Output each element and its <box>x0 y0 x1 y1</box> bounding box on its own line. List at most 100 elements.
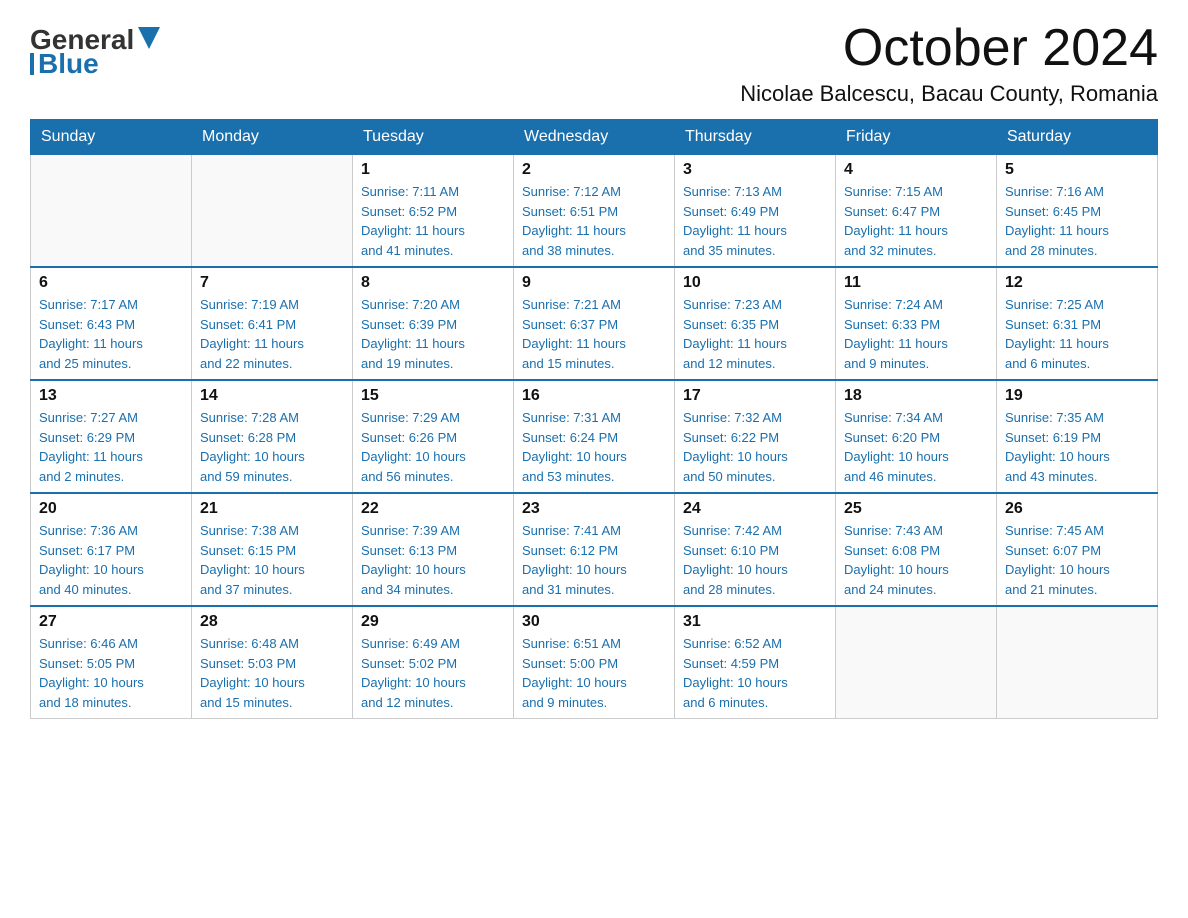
calendar-day-cell: 21 Sunrise: 7:38 AMSunset: 6:15 PMDayligh… <box>192 493 353 606</box>
day-number: 13 <box>39 387 183 405</box>
calendar-day-cell: 6Sunrise: 7:17 AMSunset: 6:43 PMDaylight… <box>31 267 192 380</box>
calendar-day-cell: 30 Sunrise: 6:51 AMSunset: 5:00 PMDayligh… <box>514 606 675 719</box>
calendar-table: SundayMondayTuesdayWednesdayThursdayFrid… <box>30 119 1158 719</box>
calendar-day-cell: 5 Sunrise: 7:16 AMSunset: 6:45 PMDaylight… <box>997 155 1158 268</box>
calendar-week-row: 20 Sunrise: 7:36 AMSunset: 6:17 PMDayligh… <box>31 493 1158 606</box>
sun-info: Sunrise: 7:41 AMSunset: 6:12 PMDaylight:… <box>522 521 666 599</box>
calendar-day-cell: 3Sunrise: 7:13 AMSunset: 6:49 PMDaylight… <box>675 155 836 268</box>
sun-info: Sunrise: 7:27 AMSunset: 6:29 PMDaylight:… <box>39 408 183 486</box>
calendar-day-cell: 12 Sunrise: 7:25 AMSunset: 6:31 PMDayligh… <box>997 267 1158 380</box>
header: General Blue October 2024 Nicolae Balces… <box>30 20 1158 107</box>
day-number: 30 <box>522 613 666 631</box>
day-number: 28 <box>200 613 344 631</box>
sun-info: Sunrise: 7:28 AMSunset: 6:28 PMDaylight:… <box>200 408 344 486</box>
sun-info: Sunrise: 6:51 AMSunset: 5:00 PMDaylight:… <box>522 634 666 712</box>
logo-triangle-icon <box>138 27 160 49</box>
day-of-week-header: Monday <box>192 120 353 155</box>
day-number: 4 <box>844 161 988 179</box>
calendar-day-cell: 20 Sunrise: 7:36 AMSunset: 6:17 PMDayligh… <box>31 493 192 606</box>
day-number: 25 <box>844 500 988 518</box>
calendar-day-cell <box>836 606 997 719</box>
day-number: 24 <box>683 500 827 518</box>
sun-info: Sunrise: 7:45 AMSunset: 6:07 PMDaylight:… <box>1005 521 1149 599</box>
calendar-day-cell: 7 Sunrise: 7:19 AMSunset: 6:41 PMDaylight… <box>192 267 353 380</box>
calendar-day-cell: 16 Sunrise: 7:31 AMSunset: 6:24 PMDayligh… <box>514 380 675 493</box>
calendar-week-row: 27 Sunrise: 6:46 AMSunset: 5:05 PMDayligh… <box>31 606 1158 719</box>
day-number: 19 <box>1005 387 1149 405</box>
day-number: 7 <box>200 274 344 292</box>
calendar-day-cell: 9 Sunrise: 7:21 AMSunset: 6:37 PMDaylight… <box>514 267 675 380</box>
sun-info: Sunrise: 7:34 AMSunset: 6:20 PMDaylight:… <box>844 408 988 486</box>
calendar-week-row: 6Sunrise: 7:17 AMSunset: 6:43 PMDaylight… <box>31 267 1158 380</box>
day-number: 26 <box>1005 500 1149 518</box>
calendar-day-cell: 11 Sunrise: 7:24 AMSunset: 6:33 PMDayligh… <box>836 267 997 380</box>
sun-info: Sunrise: 7:16 AMSunset: 6:45 PMDaylight:… <box>1005 182 1149 260</box>
location-subtitle: Nicolae Balcescu, Bacau County, Romania <box>740 81 1158 107</box>
sun-info: Sunrise: 6:48 AMSunset: 5:03 PMDaylight:… <box>200 634 344 712</box>
day-number: 29 <box>361 613 505 631</box>
day-number: 23 <box>522 500 666 518</box>
logo-blue-text: Blue <box>38 50 99 78</box>
calendar-week-row: 13 Sunrise: 7:27 AMSunset: 6:29 PMDayligh… <box>31 380 1158 493</box>
day-number: 22 <box>361 500 505 518</box>
day-of-week-header: Thursday <box>675 120 836 155</box>
day-number: 16 <box>522 387 666 405</box>
sun-info: Sunrise: 7:15 AMSunset: 6:47 PMDaylight:… <box>844 182 988 260</box>
calendar-day-cell: 19 Sunrise: 7:35 AMSunset: 6:19 PMDayligh… <box>997 380 1158 493</box>
title-area: October 2024 Nicolae Balcescu, Bacau Cou… <box>740 20 1158 107</box>
sun-info: Sunrise: 6:46 AMSunset: 5:05 PMDaylight:… <box>39 634 183 712</box>
day-of-week-header: Sunday <box>31 120 192 155</box>
day-number: 31 <box>683 613 827 631</box>
calendar-day-cell: 17 Sunrise: 7:32 AMSunset: 6:22 PMDayligh… <box>675 380 836 493</box>
day-number: 17 <box>683 387 827 405</box>
day-of-week-header: Friday <box>836 120 997 155</box>
sun-info: Sunrise: 7:21 AMSunset: 6:37 PMDaylight:… <box>522 295 666 373</box>
calendar-day-cell: 13 Sunrise: 7:27 AMSunset: 6:29 PMDayligh… <box>31 380 192 493</box>
calendar-day-cell: 27 Sunrise: 6:46 AMSunset: 5:05 PMDayligh… <box>31 606 192 719</box>
day-number: 18 <box>844 387 988 405</box>
calendar-day-cell <box>192 155 353 268</box>
calendar-header-row: SundayMondayTuesdayWednesdayThursdayFrid… <box>31 120 1158 155</box>
calendar-day-cell: 23 Sunrise: 7:41 AMSunset: 6:12 PMDayligh… <box>514 493 675 606</box>
sun-info: Sunrise: 7:38 AMSunset: 6:15 PMDaylight:… <box>200 521 344 599</box>
day-number: 1 <box>361 161 505 179</box>
day-number: 27 <box>39 613 183 631</box>
day-number: 20 <box>39 500 183 518</box>
sun-info: Sunrise: 7:25 AMSunset: 6:31 PMDaylight:… <box>1005 295 1149 373</box>
sun-info: Sunrise: 7:32 AMSunset: 6:22 PMDaylight:… <box>683 408 827 486</box>
calendar-day-cell <box>31 155 192 268</box>
sun-info: Sunrise: 7:36 AMSunset: 6:17 PMDaylight:… <box>39 521 183 599</box>
day-number: 3 <box>683 161 827 179</box>
day-number: 2 <box>522 161 666 179</box>
calendar-day-cell: 10Sunrise: 7:23 AMSunset: 6:35 PMDayligh… <box>675 267 836 380</box>
day-number: 8 <box>361 274 505 292</box>
calendar-day-cell: 15Sunrise: 7:29 AMSunset: 6:26 PMDayligh… <box>353 380 514 493</box>
calendar-week-row: 1Sunrise: 7:11 AMSunset: 6:52 PMDaylight… <box>31 155 1158 268</box>
sun-info: Sunrise: 7:35 AMSunset: 6:19 PMDaylight:… <box>1005 408 1149 486</box>
sun-info: Sunrise: 7:12 AMSunset: 6:51 PMDaylight:… <box>522 182 666 260</box>
calendar-day-cell: 29Sunrise: 6:49 AMSunset: 5:02 PMDayligh… <box>353 606 514 719</box>
day-number: 5 <box>1005 161 1149 179</box>
calendar-day-cell: 4 Sunrise: 7:15 AMSunset: 6:47 PMDaylight… <box>836 155 997 268</box>
day-number: 11 <box>844 274 988 292</box>
day-number: 9 <box>522 274 666 292</box>
calendar-day-cell: 2 Sunrise: 7:12 AMSunset: 6:51 PMDaylight… <box>514 155 675 268</box>
sun-info: Sunrise: 7:24 AMSunset: 6:33 PMDaylight:… <box>844 295 988 373</box>
day-of-week-header: Saturday <box>997 120 1158 155</box>
calendar-day-cell: 1Sunrise: 7:11 AMSunset: 6:52 PMDaylight… <box>353 155 514 268</box>
day-number: 14 <box>200 387 344 405</box>
day-of-week-header: Tuesday <box>353 120 514 155</box>
day-number: 10 <box>683 274 827 292</box>
sun-info: Sunrise: 7:19 AMSunset: 6:41 PMDaylight:… <box>200 295 344 373</box>
calendar-day-cell: 22Sunrise: 7:39 AMSunset: 6:13 PMDayligh… <box>353 493 514 606</box>
sun-info: Sunrise: 7:31 AMSunset: 6:24 PMDaylight:… <box>522 408 666 486</box>
calendar-day-cell: 31Sunrise: 6:52 AMSunset: 4:59 PMDayligh… <box>675 606 836 719</box>
month-title: October 2024 <box>740 20 1158 77</box>
calendar-day-cell: 25 Sunrise: 7:43 AMSunset: 6:08 PMDayligh… <box>836 493 997 606</box>
calendar-day-cell: 8Sunrise: 7:20 AMSunset: 6:39 PMDaylight… <box>353 267 514 380</box>
calendar-day-cell: 28 Sunrise: 6:48 AMSunset: 5:03 PMDayligh… <box>192 606 353 719</box>
sun-info: Sunrise: 7:43 AMSunset: 6:08 PMDaylight:… <box>844 521 988 599</box>
day-number: 12 <box>1005 274 1149 292</box>
day-of-week-header: Wednesday <box>514 120 675 155</box>
day-number: 21 <box>200 500 344 518</box>
